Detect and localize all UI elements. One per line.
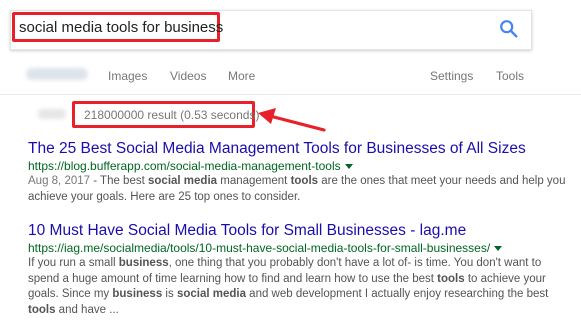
result-url: https://blog.bufferapp.com/social-media-… [28,158,573,174]
tab-tools[interactable]: Tools [496,69,524,83]
snippet-bold: social media [148,175,218,187]
snippet-text: is [162,288,177,300]
result-title-link[interactable]: 10 Must Have Social Media Tools for Smal… [28,221,573,240]
result-url-text[interactable]: https://iag.me/socialmedia/tools/10-must… [28,241,490,255]
result-url: https://iag.me/socialmedia/tools/10-must… [28,240,573,256]
snippet-bold: tools [437,272,465,285]
tab-more[interactable]: More [228,69,255,83]
search-input[interactable]: social media tools for business [19,19,223,36]
snippet-bold: social media [176,288,246,300]
result-url-text[interactable]: https://blog.bufferapp.com/social-media-… [28,159,341,173]
annotation-arrow-icon [258,108,326,132]
result-date: Aug 8, 2017 [28,175,91,187]
snippet-text: and have ... [55,303,119,316]
snippet-bold: business [118,257,169,269]
result-stats: 218000000 result (0.53 seconds) [84,108,260,122]
tab-settings[interactable]: Settings [430,69,473,83]
search-result: The 25 Best Social Media Management Tool… [28,139,573,205]
snippet-text: and web development I actually enjoy res… [245,288,549,300]
snippet-bold: tools [290,175,319,187]
tab-videos[interactable]: Videos [170,69,206,83]
snippet-text: If you run a small [28,257,119,269]
snippet-text: management [217,175,291,187]
snippet-text: - The best [90,175,148,187]
tab-images[interactable]: Images [108,69,147,83]
snippet-bold: tools [28,303,56,316]
search-result: 10 Must Have Social Media Tools for Smal… [28,221,573,318]
tab-all-blurred[interactable] [26,68,88,80]
stats-blurred-prefix [38,109,66,119]
search-icon[interactable] [498,18,520,40]
snippet-bold: business [112,288,163,300]
result-snippet: Aug 8, 2017 - The best social media mana… [28,174,573,205]
result-title-link[interactable]: The 25 Best Social Media Management Tool… [28,139,573,158]
caret-down-icon[interactable] [494,246,503,252]
result-snippet: If you run a small business, one thing t… [28,256,573,318]
caret-down-icon[interactable] [344,164,353,170]
search-tabs: Images Videos More Settings Tools [0,60,581,95]
